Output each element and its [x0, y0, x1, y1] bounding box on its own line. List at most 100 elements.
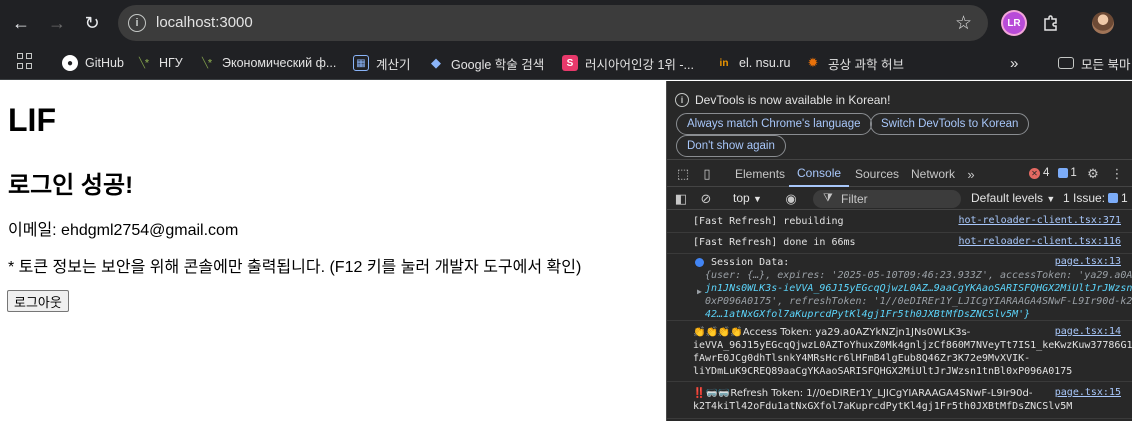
inspect-element-icon[interactable]: ⬚ [675, 166, 691, 182]
session-object-line[interactable]: 42…1atNxGXfol7aKuprcdPytKl4gj1Fr5th0JXBt… [705, 308, 1030, 321]
calculator-icon: ▦ [353, 55, 369, 71]
bookmark-star-icon[interactable]: ☆ [955, 12, 972, 35]
chevron-down-icon: ▼ [753, 194, 762, 204]
logout-button[interactable]: 로그아웃 [7, 290, 69, 312]
email-text: 이메일: ehdgml2754@gmail.com [8, 222, 239, 239]
dont-show-again-button[interactable]: Don't show again [676, 135, 786, 157]
session-object-line[interactable]: jn1JNs0WLK3s-ieVVA_96J15yEGcqQjwzL0AZ…9a… [705, 282, 1132, 295]
tab-elements[interactable]: Elements [735, 161, 785, 187]
log-source-link[interactable]: hot-reloader-client.tsx:371 [958, 215, 1121, 226]
bookmark-hub[interactable]: ✹ 공상 과학 허브 [805, 52, 904, 74]
message-count: 1 [1070, 167, 1077, 179]
bookmark-russian[interactable]: S 러시아어인강 1위 -... [562, 52, 694, 74]
bookmark-label: el. nsu.ru [739, 56, 791, 70]
log-entry-access-token: 👏👏👏👏Access Token: ya29.a0AZYkNZjn1JNs0WL… [667, 322, 1132, 382]
settings-gear-icon[interactable]: ⚙ [1085, 166, 1101, 182]
session-object-line[interactable]: 0xP096A0175', refreshToken: '1//0eDIREr1… [705, 295, 1132, 308]
console-toolbar: ◧ ⊘ top ▼ ◉ ⧩ Filter Default levels ▼ 1 … [667, 188, 1132, 210]
issues-counter[interactable]: 1 Issue: 1 [1063, 191, 1128, 205]
bookmarks-overflow-icon[interactable]: » [1010, 52, 1018, 74]
log-text: 👏👏👏👏Access Token: ya29.a0AZYkNZjn1JNs0WL… [693, 327, 971, 338]
log-source-link[interactable]: hot-reloader-client.tsx:116 [958, 236, 1121, 247]
back-arrow-icon[interactable]: ← [9, 11, 33, 35]
apps-grid-icon[interactable] [17, 53, 33, 69]
levels-label: Default levels [971, 191, 1044, 205]
context-value: top [733, 191, 750, 205]
bookmark-label: НГУ [159, 56, 183, 70]
bookmark-all-folder[interactable]: 모든 북마 [1058, 52, 1130, 74]
more-options-icon[interactable]: ⋮ [1109, 166, 1125, 182]
error-count-badge[interactable]: ✕ 4 1 [1029, 167, 1077, 179]
more-tabs-icon[interactable]: » [963, 166, 979, 182]
log-text-continued: fAwrE0JCg0dhTlsnkY4MRsHcr6lHFmB4lgEub8Q4… [693, 353, 1031, 364]
log-levels-select[interactable]: Default levels ▼ [971, 191, 1055, 205]
site-info-icon[interactable]: i [128, 14, 146, 32]
language-banner: i DevTools is now available in Korean! A… [667, 81, 1132, 160]
token-note-text: * 토큰 정보는 보안을 위해 콘솔에만 출력됩니다. (F12 키를 눌러 개… [8, 259, 582, 276]
match-language-button[interactable]: Always match Chrome's language [676, 113, 872, 135]
context-select[interactable]: top ▼ [733, 191, 762, 205]
tab-console[interactable]: Console [789, 161, 850, 187]
bookmark-label: 계산기 [376, 57, 411, 72]
tab-sources[interactable]: Sources [855, 161, 899, 187]
reload-icon[interactable]: ↻ [80, 11, 104, 35]
in-icon: in [719, 57, 729, 69]
log-text: [Fast Refresh] rebuilding [693, 216, 844, 227]
log-text-continued: k2T4kiTl42oFdu1atNxGXfol7aKuprcdPytKl4gj… [693, 401, 1073, 412]
devtools-tabs: ⬚ ▯ Elements Console Sources Network » ✕… [667, 161, 1132, 187]
log-source-link[interactable]: page.tsx:13 [1055, 256, 1121, 267]
filter-icon: ⧩ [823, 192, 833, 204]
log-entry-session: Session Data: page.tsx:13 ▶ {user: {…}, … [667, 255, 1132, 321]
bookmark-nsu[interactable]: in el. nsu.ru [716, 52, 791, 74]
login-success-heading: 로그인 성공! [8, 172, 134, 199]
folder-icon [1058, 57, 1074, 69]
hub-icon: ✹ [807, 55, 819, 70]
browser-toolbar: ← → ↻ i localhost:3000 ☆ LR [0, 0, 1132, 46]
bookmark-ngu[interactable]: ╲* НГУ [136, 52, 183, 74]
bookmark-econ[interactable]: ╲* Экономический ф... [199, 52, 336, 74]
filter-input[interactable]: ⧩ Filter [813, 190, 961, 208]
bookmark-calculator[interactable]: ▦ 계산기 [353, 52, 411, 74]
issues-count: 1 [1121, 191, 1128, 205]
econ-icon: ╲* [202, 57, 212, 69]
bookmark-label: 모든 북마 [1081, 57, 1131, 72]
clear-console-icon[interactable]: ⊘ [698, 191, 714, 207]
banner-text: DevTools is now available in Korean! [695, 93, 891, 107]
log-source-link[interactable]: page.tsx:14 [1055, 326, 1121, 337]
sidebar-toggle-icon[interactable]: ◧ [673, 191, 689, 207]
session-object-line[interactable]: {user: {…}, expires: '2025-05-10T09:46:2… [705, 269, 1132, 282]
log-text-continued: liYDmLuK9CREQ89aaCgYKAaoSARISFQHGX2MiUlt… [693, 366, 1073, 377]
log-entry-refresh-token: ‼️🥽🥽Refresh Token: 1//0eDIREr1Y_LJICgYIA… [667, 383, 1132, 419]
bookmark-scholar[interactable]: ◆ Google 학술 검색 [428, 52, 544, 74]
forward-arrow-icon[interactable]: → [45, 11, 69, 35]
switch-korean-button[interactable]: Switch DevTools to Korean [870, 113, 1030, 135]
log-text: ‼️🥽🥽Refresh Token: 1//0eDIREr1Y_LJICgYIA… [693, 388, 1033, 399]
devtools-panel: i DevTools is now available in Korean! A… [666, 81, 1132, 421]
ngu-icon: ╲* [139, 57, 149, 69]
error-icon: ✕ [1029, 167, 1040, 179]
app-page: LIF 로그인 성공! 이메일: ehdgml2754@gmail.com * … [0, 81, 666, 421]
log-text: [Fast Refresh] done in 66ms [693, 237, 856, 248]
info-dot-icon [695, 258, 704, 267]
log-source-link[interactable]: page.tsx:15 [1055, 387, 1121, 398]
tab-network[interactable]: Network [911, 161, 955, 187]
bookmark-label: 공상 과학 허브 [828, 57, 904, 72]
extension-lr-icon[interactable]: LR [1003, 12, 1025, 34]
profile-avatar[interactable] [1092, 12, 1114, 34]
error-count: 4 [1043, 167, 1050, 179]
expand-triangle-icon[interactable]: ▶ [697, 287, 702, 296]
log-entry: [Fast Refresh] done in 66ms hot-reloader… [667, 234, 1132, 254]
live-expression-eye-icon[interactable]: ◉ [783, 191, 799, 207]
console-log: [Fast Refresh] rebuilding hot-reloader-c… [667, 211, 1132, 421]
device-toolbar-icon[interactable]: ▯ [699, 166, 715, 182]
scholar-icon: ◆ [431, 55, 441, 70]
bookmark-label: GitHub [85, 56, 124, 70]
chevron-down-icon: ▼ [1046, 194, 1056, 204]
message-badge: 1 [1058, 167, 1077, 179]
url-text[interactable]: localhost:3000 [156, 14, 253, 31]
extensions-puzzle-icon[interactable] [1040, 12, 1062, 34]
bookmark-label: Google 학술 검색 [451, 57, 545, 72]
bookmark-github[interactable]: ● GitHub [62, 52, 124, 74]
address-bar[interactable]: i localhost:3000 ☆ [118, 5, 988, 41]
log-text: Session Data: [711, 257, 790, 268]
